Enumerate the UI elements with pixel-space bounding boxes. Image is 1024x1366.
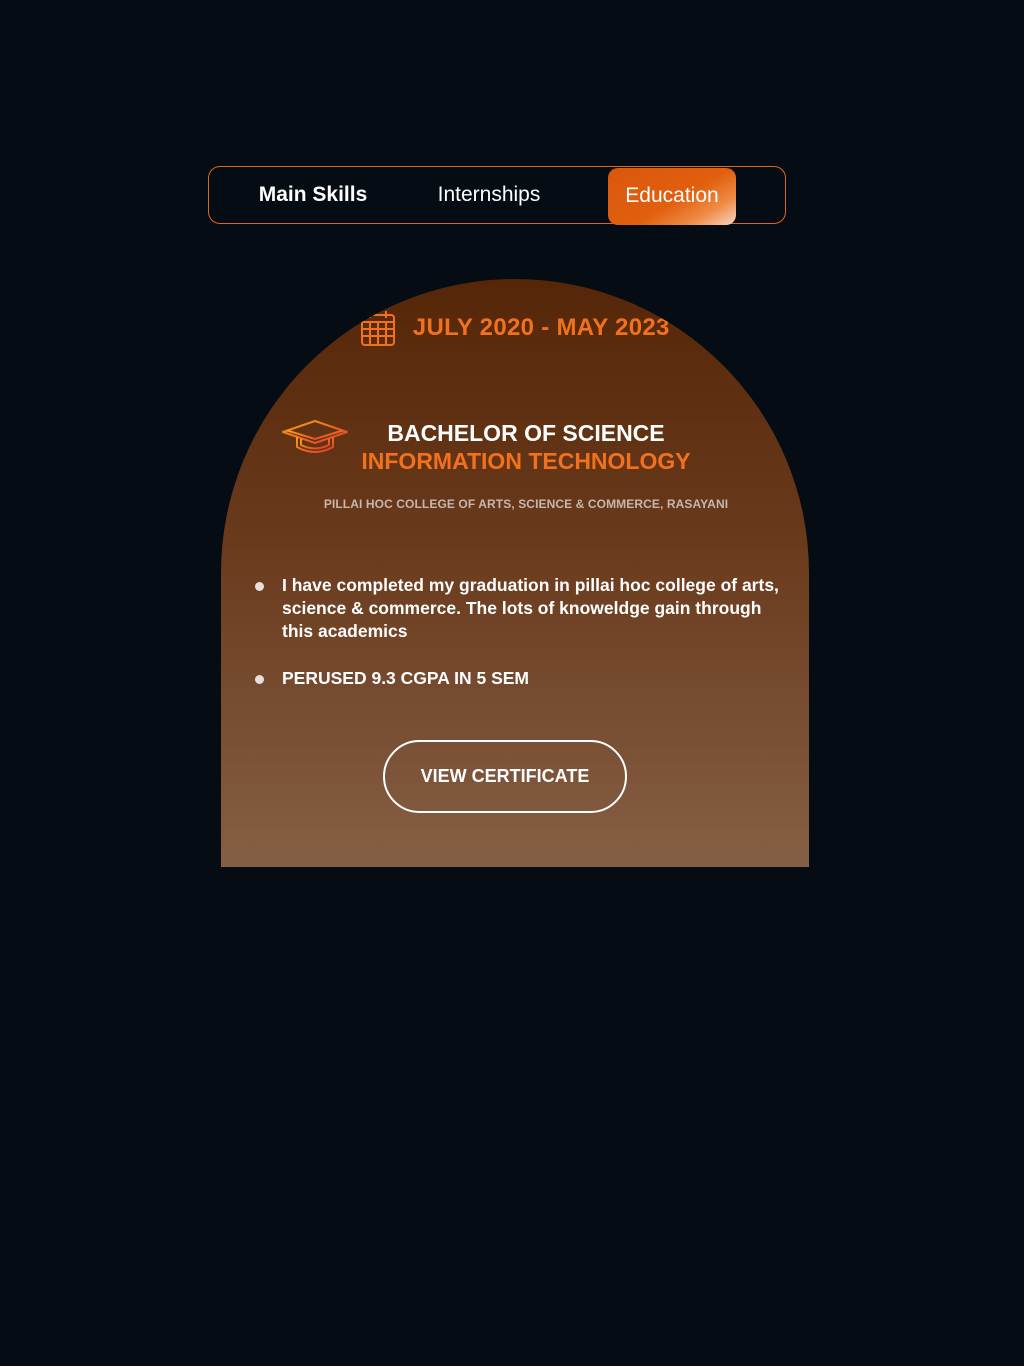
bullet-icon [255,582,264,591]
date-row: JULY 2020 - MAY 2023 [221,309,809,349]
tab-main-skills[interactable]: Main Skills [239,167,387,222]
bullet-icon [255,675,264,684]
calendar-icon [360,309,396,347]
degree-title: BACHELOR OF SCIENCE [387,420,665,446]
degree-field: INFORMATION TECHNOLOGY [361,448,691,474]
tab-internships[interactable]: Internships [419,167,559,222]
education-points: I have completed my graduation in pillai… [253,574,788,714]
view-certificate-button[interactable]: VIEW CERTIFICATE [383,740,627,813]
point-text: PERUSED 9.3 CGPA IN 5 SEM [282,668,530,688]
list-item: I have completed my graduation in pillai… [253,574,788,643]
education-card: JULY 2020 - MAY 2023 BACHELOR OF SCIENCE… [221,279,809,867]
tab-education[interactable]: Education [608,168,736,225]
college-name: PILLAI HOC COLLEGE OF ARTS, SCIENCE & CO… [323,497,729,511]
point-text: I have completed my graduation in pillai… [282,575,779,641]
page: Main Skills Internships Education JULY 2… [0,0,1024,1366]
date-range: JULY 2020 - MAY 2023 [412,314,670,341]
list-item: PERUSED 9.3 CGPA IN 5 SEM [253,667,788,690]
tab-bar: Main Skills Internships Education [208,166,786,225]
